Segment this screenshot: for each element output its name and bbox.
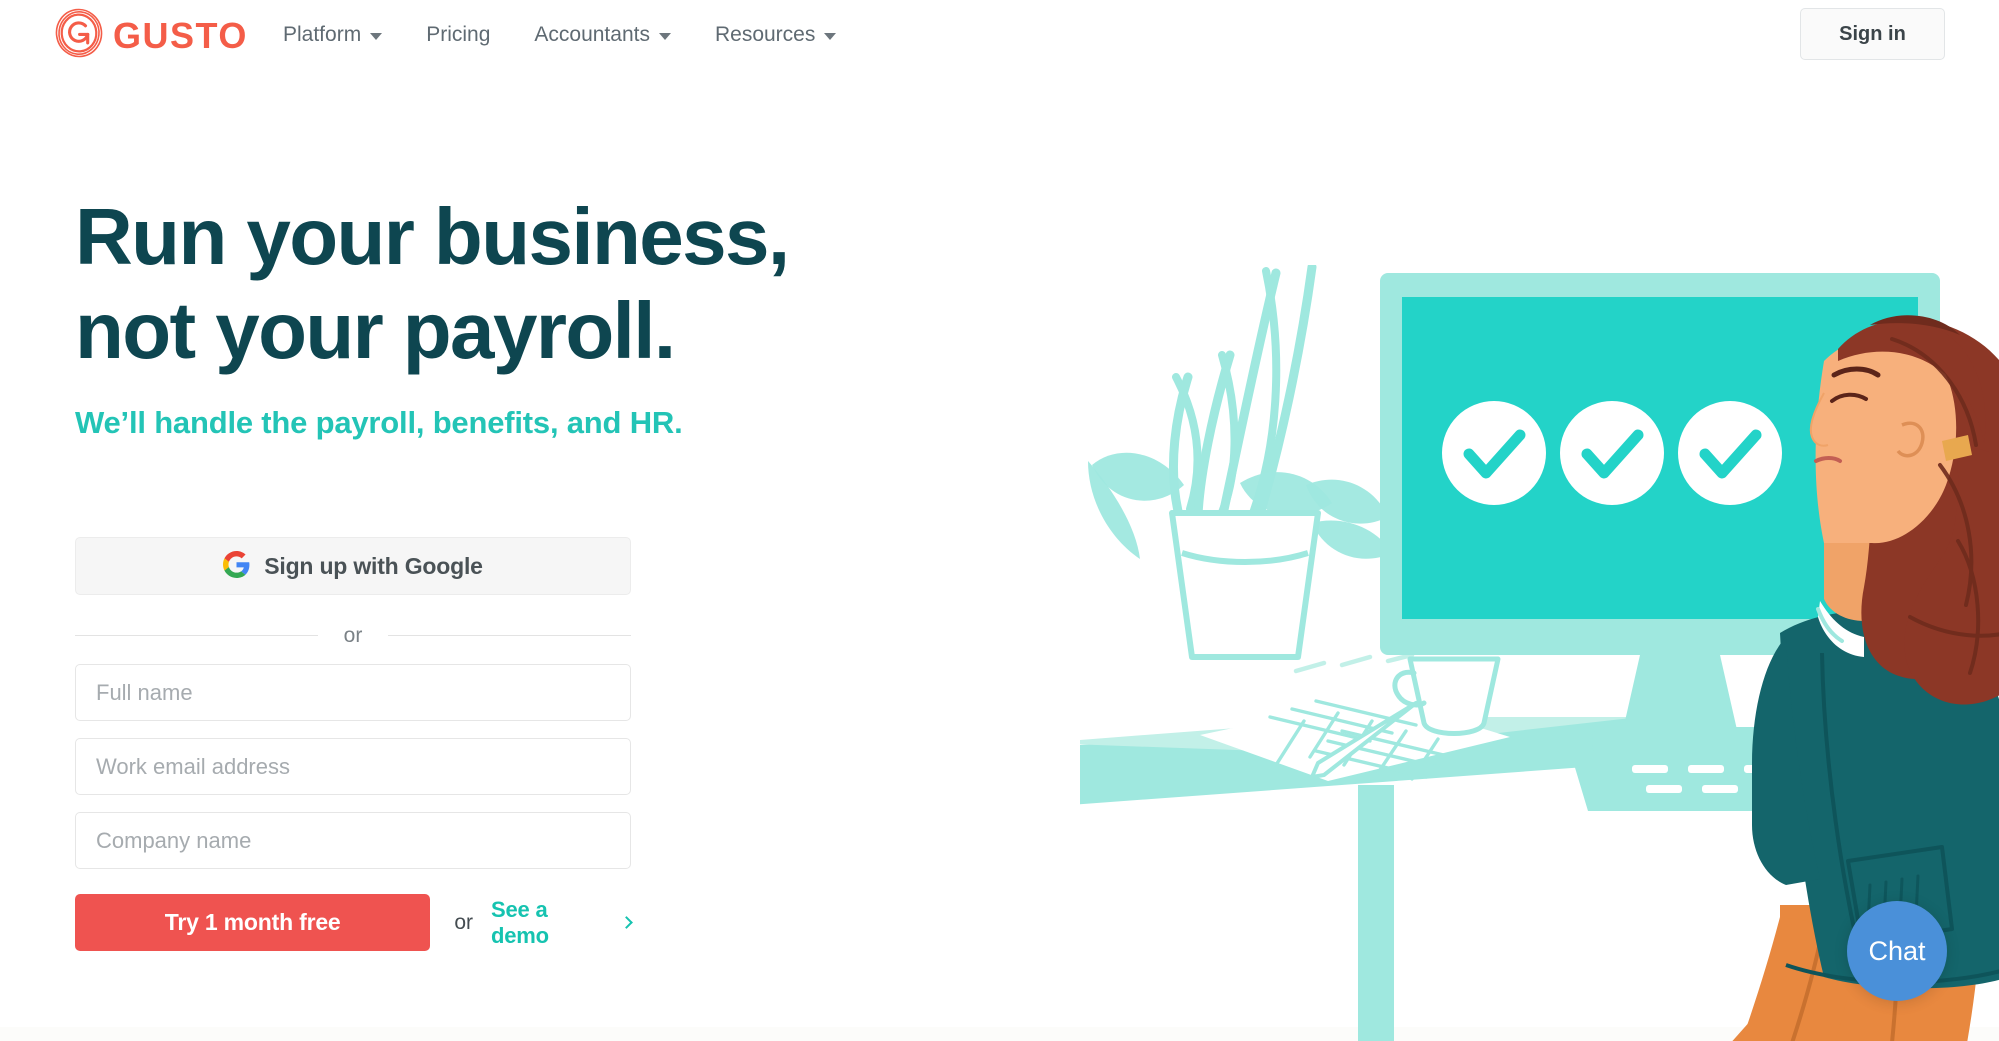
work-email-input[interactable] bbox=[75, 738, 631, 795]
page-title: Run your business, not your payroll. bbox=[75, 190, 955, 378]
page-title-line-2: not your payroll. bbox=[75, 286, 676, 375]
nav-item-pricing[interactable]: Pricing bbox=[404, 24, 512, 45]
plant-pot bbox=[1169, 510, 1321, 660]
nav-item-accountants-label: Accountants bbox=[534, 23, 650, 46]
divider-rule-left bbox=[75, 635, 318, 636]
nav-item-platform[interactable]: Platform bbox=[283, 24, 404, 45]
divider-or: or bbox=[75, 623, 631, 647]
desk bbox=[1080, 717, 1999, 1041]
hero-copy: Run your business, not your payroll. We’… bbox=[75, 190, 955, 441]
plant-side-leaves bbox=[1088, 452, 1392, 559]
calendar-dashes bbox=[1293, 652, 1415, 674]
pencil bbox=[1310, 701, 1418, 779]
brand-wordmark: GUSTO bbox=[113, 15, 248, 56]
woman-with-ponytail bbox=[1732, 315, 1999, 1041]
page-bottom-band bbox=[0, 1027, 1999, 1041]
sign-in-button[interactable]: Sign in bbox=[1800, 8, 1945, 60]
cta-or-label: or bbox=[454, 911, 473, 934]
cta-row: Try 1 month free or See a demo bbox=[75, 894, 633, 951]
sticky-note-with-dog-drawing bbox=[1860, 593, 1994, 687]
nav-item-pricing-label: Pricing bbox=[426, 23, 491, 46]
page-title-line-1: Run your business, bbox=[75, 192, 790, 281]
chevron-down-icon bbox=[824, 32, 837, 40]
three-white-check-circles bbox=[1442, 401, 1782, 505]
divider-or-label: or bbox=[329, 624, 377, 646]
calendar-paper bbox=[1200, 697, 1510, 781]
page-subtitle: We’ll handle the payroll, benefits, and … bbox=[75, 405, 683, 440]
signup-form: Sign up with Google or Try 1 month free … bbox=[75, 537, 633, 951]
nav-item-platform-label: Platform bbox=[283, 23, 362, 46]
chat-widget-button[interactable]: Chat bbox=[1847, 901, 1947, 1001]
try-one-month-free-button[interactable]: Try 1 month free bbox=[75, 894, 431, 951]
coffee-cup bbox=[1392, 656, 1501, 736]
nav-item-resources[interactable]: Resources bbox=[693, 24, 858, 45]
company-name-input[interactable] bbox=[75, 812, 631, 869]
chevron-right-icon bbox=[620, 915, 633, 929]
nav-item-resources-label: Resources bbox=[714, 23, 816, 46]
chevron-down-icon bbox=[370, 32, 383, 40]
divider-rule-right bbox=[388, 635, 631, 636]
sign-up-with-google-label: Sign up with Google bbox=[264, 552, 483, 579]
main-navigation: Platform Pricing Accountants Resources bbox=[283, 24, 858, 45]
see-a-demo-link[interactable]: See a demo bbox=[491, 896, 633, 949]
google-g-icon bbox=[223, 551, 250, 581]
see-a-demo-label: See a demo bbox=[491, 896, 549, 948]
site-header: GUSTO Platform Pricing Accountants Resou… bbox=[0, 0, 1999, 78]
chevron-down-icon bbox=[658, 32, 671, 40]
full-name-input[interactable] bbox=[75, 664, 631, 721]
brand-logo-link[interactable]: GUSTO bbox=[54, 8, 248, 63]
keyboard bbox=[1570, 751, 1862, 811]
nav-item-accountants[interactable]: Accountants bbox=[512, 24, 693, 45]
sign-up-with-google-button[interactable]: Sign up with Google bbox=[75, 537, 631, 595]
landing-page: GUSTO Platform Pricing Accountants Resou… bbox=[0, 0, 1999, 1041]
desktop-monitor bbox=[1380, 273, 1940, 757]
potted-plant bbox=[1168, 265, 1317, 526]
gusto-circle-g-icon bbox=[54, 8, 104, 63]
